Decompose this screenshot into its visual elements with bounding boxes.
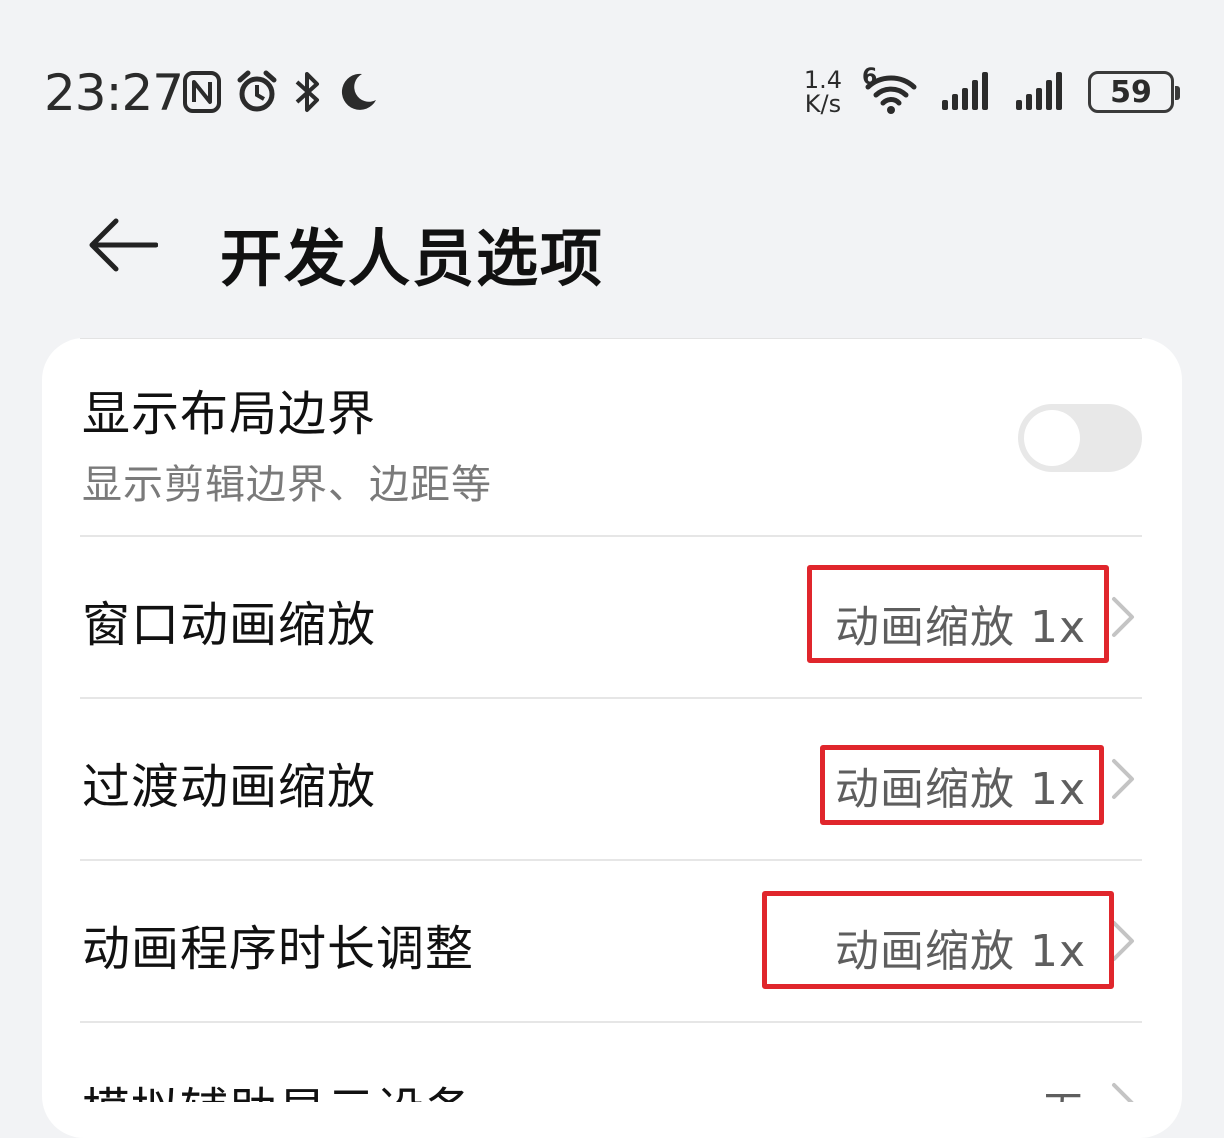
- chevron-right-icon: [1112, 597, 1134, 637]
- highlight-box: [762, 891, 1114, 989]
- status-icons-right: 1.4 K/s 6 59: [804, 65, 1180, 116]
- setting-subtitle: 显示剪辑边界、边距等: [82, 462, 492, 508]
- setting-simulate-secondary-displays[interactable]: 模拟辅助显示设备 无: [80, 1023, 1142, 1102]
- card-top-divider: [80, 338, 1142, 339]
- signal-icon: [940, 68, 994, 116]
- status-bar: 23:27 1.4 K/s 6 59: [0, 0, 1224, 190]
- signal-icon: [1014, 68, 1068, 116]
- wifi-icon: 6: [862, 65, 920, 115]
- net-speed-unit: K/s: [804, 90, 842, 118]
- status-time: 23:27: [44, 64, 184, 122]
- net-speed: 1.4 K/s: [804, 68, 842, 116]
- battery-icon: 59: [1088, 71, 1180, 113]
- toggle-knob: [1024, 410, 1080, 466]
- nfc-icon: [182, 70, 222, 114]
- do-not-disturb-icon: [336, 70, 378, 114]
- page-title: 开发人员选项: [220, 222, 605, 295]
- highlight-box: [820, 745, 1104, 825]
- chevron-right-icon: [1112, 1083, 1134, 1102]
- battery-level: 59: [1110, 74, 1152, 110]
- setting-title: 过渡动画缩放: [82, 759, 377, 815]
- layout-bounds-toggle[interactable]: [1018, 404, 1142, 472]
- chevron-right-icon: [1112, 759, 1134, 799]
- status-icons-left: [182, 70, 378, 114]
- setting-title: 窗口动画缩放: [82, 597, 377, 653]
- setting-title: 显示布局边界: [82, 386, 377, 442]
- back-button[interactable]: [80, 210, 164, 280]
- app-header: 开发人员选项: [0, 190, 1224, 310]
- setting-title: 模拟辅助显示设备: [82, 1071, 474, 1102]
- setting-show-layout-bounds[interactable]: 显示布局边界 显示剪辑边界、边距等: [80, 340, 1142, 536]
- alarm-icon: [236, 70, 278, 114]
- highlight-box: [807, 565, 1109, 663]
- arrow-left-icon: [89, 218, 158, 272]
- bluetooth-icon: [292, 70, 322, 114]
- net-speed-value: 1.4: [803, 66, 842, 94]
- setting-title: 动画程序时长调整: [82, 921, 475, 977]
- setting-value: 无: [1041, 1077, 1086, 1102]
